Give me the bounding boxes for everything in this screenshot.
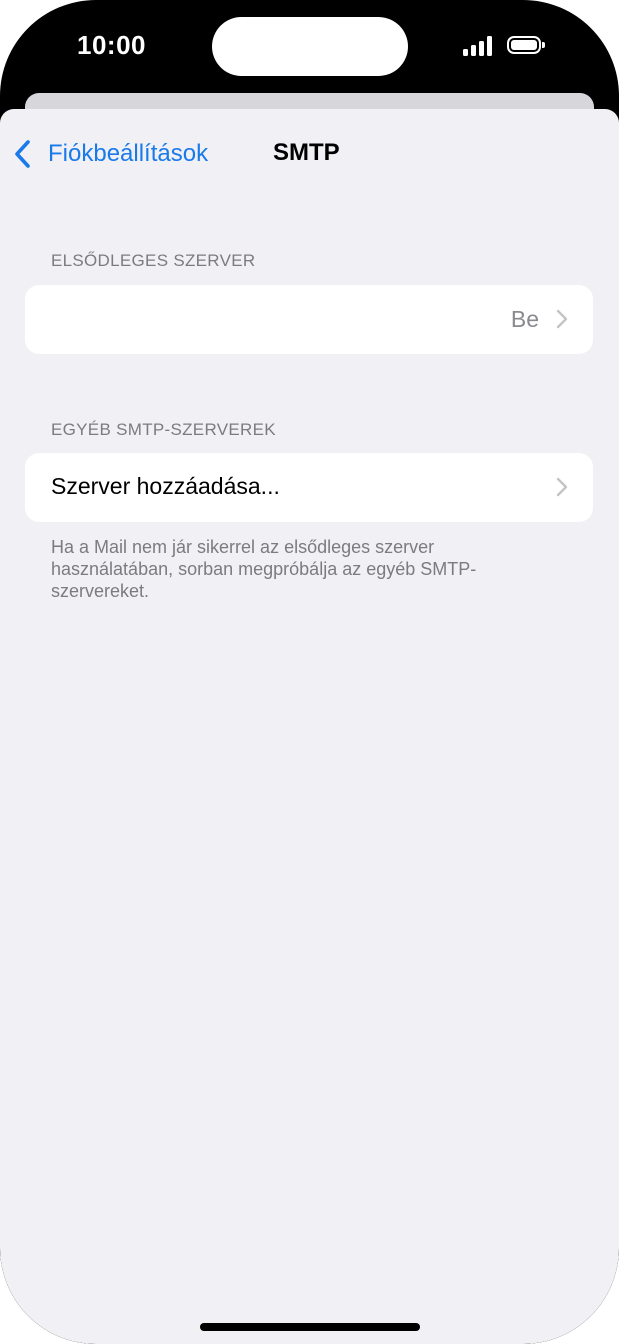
add-server-label: Szerver hozzáadása... [51,473,280,499]
add-server-row[interactable]: Szerver hozzáadása... [25,453,593,522]
primary-server-status: Be [510,306,539,332]
primary-server-header: ELSŐDLEGES SZERVER [51,251,256,270]
back-button[interactable]: Fiókbeállítások [12,137,208,171]
chevron-right-icon [556,477,568,497]
chevron-left-icon [15,140,30,168]
back-button-label: Fiókbeállítások [48,140,209,167]
phone-frame: 10:00 Fiókbeállítások SMTP ELSŐDLEGES SZ… [0,0,619,1344]
primary-server-row[interactable]: Be [25,285,593,354]
home-indicator[interactable] [200,1323,420,1331]
other-servers-header: EGYÉB SMTP-SZERVEREK [51,420,276,439]
battery-icon [507,36,545,54]
other-servers-footer: Ha a Mail nem jár sikerrel az elsődleges… [51,537,477,601]
chevron-right-icon [556,309,568,329]
dynamic-island [212,17,408,76]
signal-bars-icon [463,36,495,56]
status-time: 10:00 [77,30,146,60]
page-title: SMTP [273,139,340,166]
